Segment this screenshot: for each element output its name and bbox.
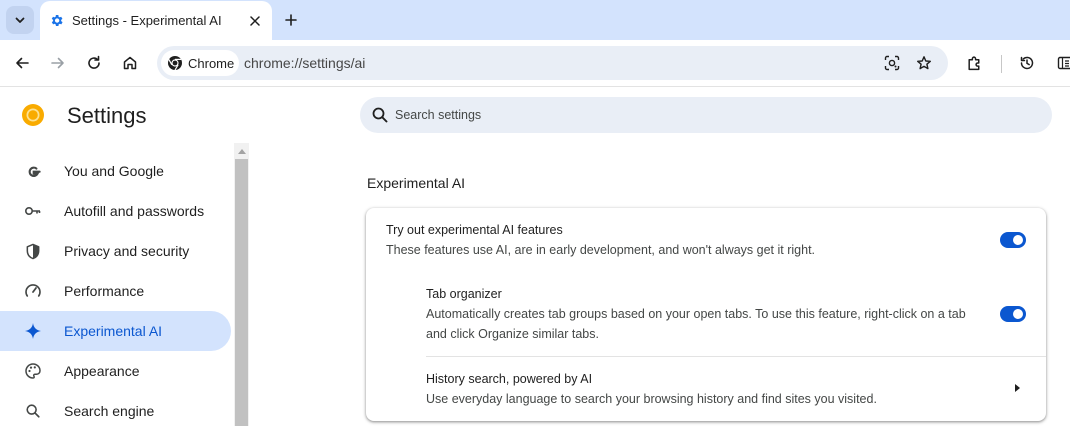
search-icon <box>371 106 389 124</box>
sidebar-item-privacy[interactable]: Privacy and security <box>0 231 231 271</box>
lens-icon <box>884 55 900 71</box>
google-icon <box>24 162 42 180</box>
section-title: Experimental AI <box>367 175 465 191</box>
row-divider <box>426 356 1046 357</box>
back-button[interactable] <box>9 50 35 76</box>
sidebar-item-you-and-google[interactable]: You and Google <box>0 151 231 191</box>
chevron-down-icon <box>14 14 26 26</box>
arrow-right-icon <box>50 55 66 71</box>
plus-icon <box>285 14 297 26</box>
tab-search-button[interactable] <box>6 6 34 34</box>
extensions-button[interactable] <box>961 50 987 76</box>
toggle-knob <box>1013 235 1023 245</box>
home-icon <box>122 55 138 71</box>
side-panel-icon <box>1057 55 1070 71</box>
triangle-up-icon <box>238 148 246 154</box>
chip-label: Chrome <box>188 56 234 71</box>
google-lens-button[interactable] <box>881 52 903 74</box>
settings-logo-icon <box>21 103 45 127</box>
sparkle-icon <box>24 322 42 340</box>
page-title: Settings <box>67 103 147 129</box>
shield-icon <box>24 242 42 260</box>
sidebar-item-label: Search engine <box>64 403 154 419</box>
browser-toolbar: Chrome chrome://settings/ai <box>0 40 1070 87</box>
row-title-experimental-features: Try out experimental AI features <box>386 223 563 237</box>
row-desc-experimental-features: These features use AI, are in early deve… <box>386 240 966 260</box>
sidebar-scrollbar[interactable] <box>234 143 249 426</box>
url-text: chrome://settings/ai <box>244 55 365 71</box>
settings-sidebar: You and Google Autofill and passwords Pr… <box>0 151 234 426</box>
chrome-logo-icon <box>167 55 183 71</box>
sidebar-item-label: Experimental AI <box>64 323 162 339</box>
site-info-chip[interactable]: Chrome <box>161 50 239 76</box>
settings-search-bar[interactable] <box>360 97 1052 133</box>
toggle-knob <box>1013 309 1023 319</box>
sidebar-item-search-engine[interactable]: Search engine <box>0 391 231 431</box>
reload-button[interactable] <box>81 50 107 76</box>
scroll-up-button[interactable] <box>234 143 249 158</box>
sidebar-item-performance[interactable]: Performance <box>0 271 231 311</box>
row-desc-tab-organizer: Automatically creates tab groups based o… <box>426 304 976 344</box>
key-icon <box>24 202 42 220</box>
row-desc-history-search: Use everyday language to search your bro… <box>426 389 996 409</box>
tab-settings[interactable]: Settings - Experimental AI <box>40 1 272 40</box>
bookmark-button[interactable] <box>913 52 935 74</box>
puzzle-icon <box>966 55 983 72</box>
row-title-tab-organizer: Tab organizer <box>426 287 502 301</box>
tab-close-button[interactable] <box>246 12 264 30</box>
address-bar[interactable]: Chrome chrome://settings/ai <box>157 46 948 80</box>
row-title-history-search: History search, powered by AI <box>426 372 592 386</box>
history-button[interactable] <box>1014 50 1040 76</box>
toolbar-separator <box>1001 55 1002 73</box>
experimental-ai-toggle[interactable] <box>1000 232 1026 248</box>
close-icon <box>250 16 260 26</box>
home-button[interactable] <box>117 50 143 76</box>
search-input[interactable] <box>393 97 1033 133</box>
forward-button[interactable] <box>45 50 71 76</box>
sidebar-item-label: Appearance <box>64 363 140 379</box>
new-tab-button[interactable] <box>280 9 302 31</box>
history-icon <box>1019 55 1035 71</box>
sidebar-item-label: You and Google <box>64 163 164 179</box>
search-icon <box>24 402 42 420</box>
palette-icon <box>24 362 42 380</box>
tab-strip: Settings - Experimental AI <box>0 0 1070 40</box>
gear-icon <box>49 13 64 28</box>
tab-organizer-toggle[interactable] <box>1000 306 1026 322</box>
sidebar-item-label: Performance <box>64 283 144 299</box>
gauge-icon <box>24 282 42 300</box>
chevron-right-icon[interactable] <box>1011 382 1023 394</box>
tab-title: Settings - Experimental AI <box>72 13 222 28</box>
scrollbar-thumb[interactable] <box>235 159 248 426</box>
arrow-left-icon <box>14 55 30 71</box>
sidebar-item-label: Autofill and passwords <box>64 203 204 219</box>
sidebar-item-appearance[interactable]: Appearance <box>0 351 231 391</box>
sidebar-item-experimental-ai[interactable]: Experimental AI <box>0 311 231 351</box>
sidebar-item-autofill[interactable]: Autofill and passwords <box>0 191 231 231</box>
experimental-ai-card: Try out experimental AI features These f… <box>366 208 1046 421</box>
reading-list-button[interactable] <box>1052 50 1070 76</box>
star-icon <box>916 55 932 71</box>
sidebar-item-label: Privacy and security <box>64 243 189 259</box>
reload-icon <box>86 55 102 71</box>
